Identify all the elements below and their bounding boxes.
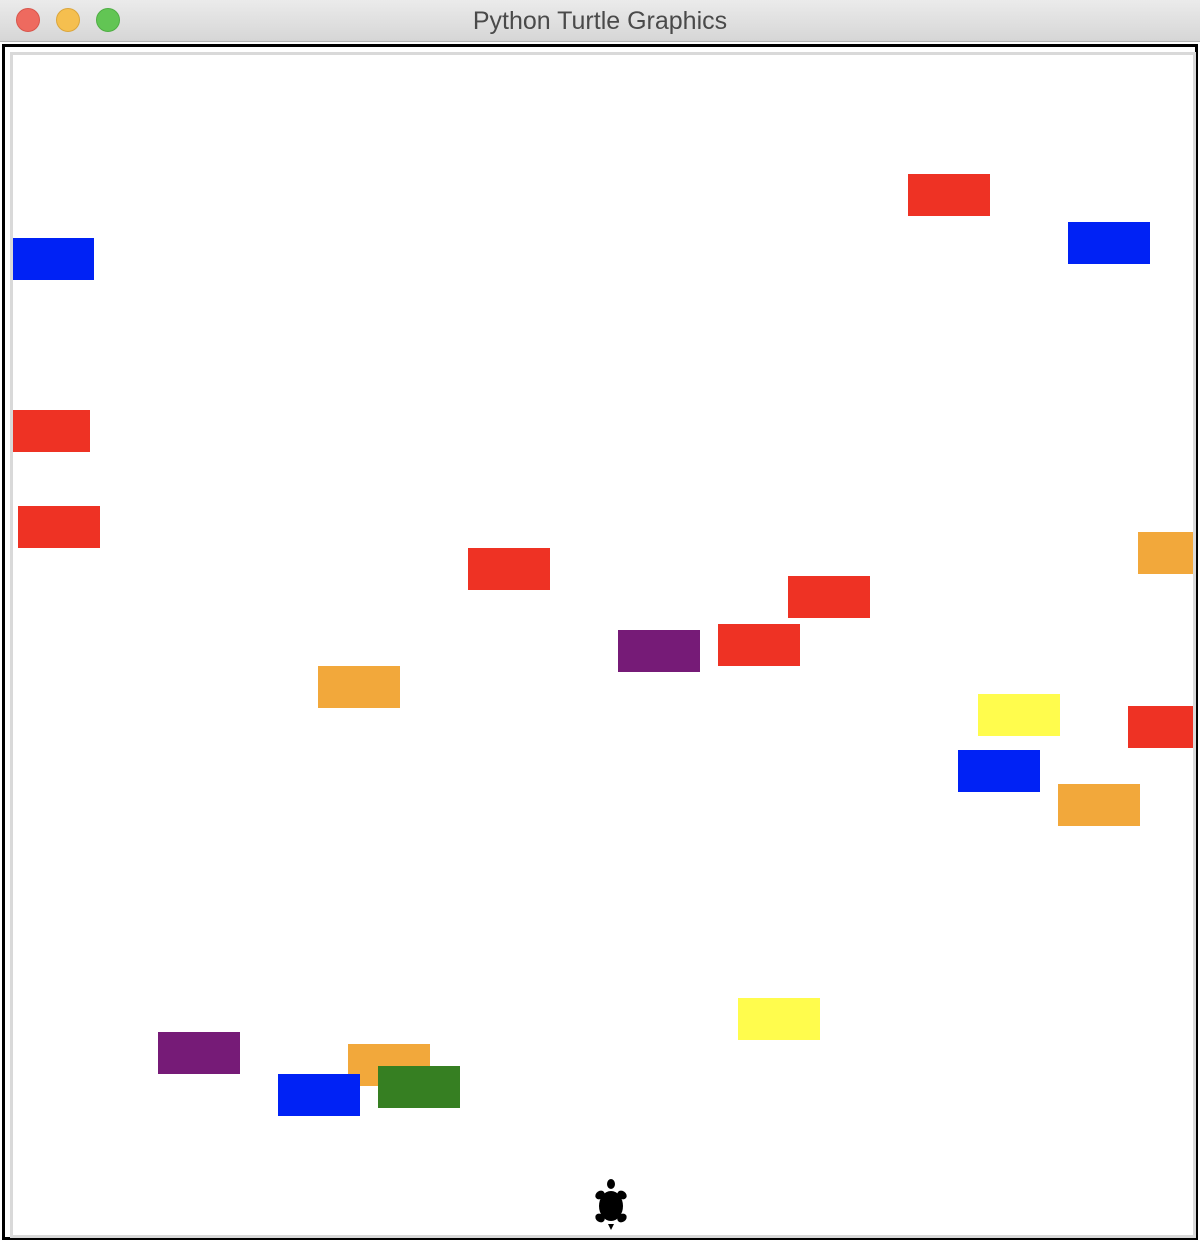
- brick-red-7: [1128, 706, 1193, 748]
- brick-orange-2: [318, 666, 400, 708]
- brick-red-5: [788, 576, 870, 618]
- brick-green-1: [378, 1066, 460, 1108]
- brick-purple-1: [618, 630, 700, 672]
- window-title: Python Turtle Graphics: [472, 7, 728, 35]
- brick-red-2: [13, 410, 90, 452]
- title-bar[interactable]: Python Turtle Graphics: [0, 0, 1200, 42]
- turtle-canvas[interactable]: [10, 52, 1196, 1238]
- brick-yellow-2: [738, 998, 820, 1040]
- brick-purple-2: [158, 1032, 240, 1074]
- turtle-canvas-frame: [2, 44, 1198, 1240]
- brick-red-3: [18, 506, 100, 548]
- brick-blue-1: [1068, 222, 1150, 264]
- turtle-icon: [595, 1179, 627, 1230]
- brick-yellow-1: [978, 694, 1060, 736]
- brick-blue-3: [958, 750, 1040, 792]
- brick-red-6: [718, 624, 800, 666]
- brick-blue-2: [13, 238, 94, 280]
- turtle-graphics-window: Python Turtle Graphics: [0, 0, 1200, 1242]
- brick-orange-3: [1058, 784, 1140, 826]
- brick-red-4: [468, 548, 550, 590]
- brick-red-1: [908, 174, 990, 216]
- brick-orange-1: [1138, 532, 1193, 574]
- brick-blue-4: [278, 1074, 360, 1116]
